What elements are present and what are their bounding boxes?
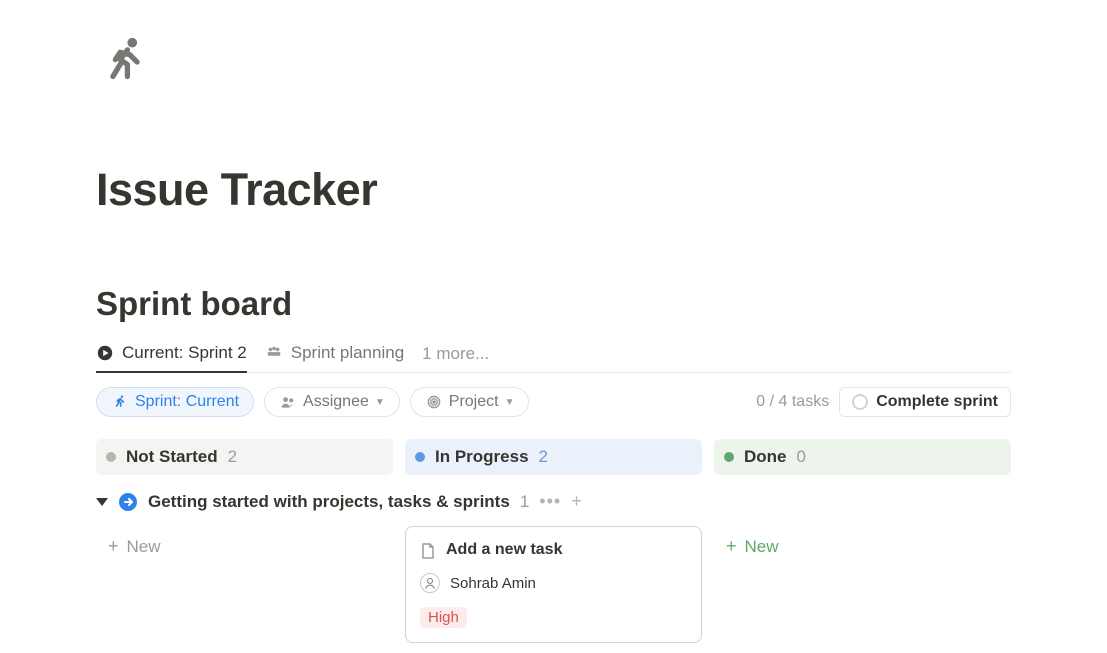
- chevron-down-icon: ▼: [375, 397, 385, 408]
- cards-row: + New Add a new task Sohrab Amin High + …: [96, 526, 1011, 646]
- play-circle-icon: [96, 344, 114, 362]
- assignee-name: Sohrab Amin: [450, 575, 536, 592]
- running-icon: [111, 393, 129, 411]
- column-name: In Progress: [435, 447, 529, 467]
- new-task-button[interactable]: + New: [714, 526, 1011, 567]
- status-dot: [106, 452, 116, 462]
- new-task-button[interactable]: + New: [96, 526, 393, 567]
- complete-sprint-button[interactable]: Complete sprint: [839, 387, 1011, 417]
- column-count: 2: [539, 447, 548, 467]
- plus-icon: +: [108, 536, 119, 557]
- filter-assignee[interactable]: Assignee ▼: [264, 387, 400, 417]
- group-name[interactable]: Getting started with projects, tasks & s…: [148, 492, 510, 512]
- task-count: 0 / 4 tasks: [756, 393, 829, 411]
- column-not-started[interactable]: Not Started 2: [96, 439, 393, 475]
- column-done[interactable]: Done 0: [714, 439, 1011, 475]
- more-icon[interactable]: •••: [539, 491, 561, 512]
- filter-project[interactable]: Project ▼: [410, 387, 530, 417]
- column-slot-done: + New: [714, 526, 1011, 646]
- tab-current-sprint[interactable]: Current: Sprint 2: [96, 343, 247, 373]
- filter-bar: Sprint: Current Assignee ▼ Project ▼ 0 /…: [96, 387, 1011, 417]
- new-label: New: [745, 537, 779, 557]
- board-title: Sprint board: [96, 285, 1011, 323]
- add-icon[interactable]: +: [571, 491, 582, 512]
- tabs: Current: Sprint 2 Sprint planning 1 more…: [96, 343, 1011, 373]
- status-dot: [415, 452, 425, 462]
- column-name: Not Started: [126, 447, 218, 467]
- tabs-more[interactable]: 1 more...: [422, 344, 489, 372]
- filter-label: Assignee: [303, 393, 369, 411]
- task-card[interactable]: Add a new task Sohrab Amin High: [405, 526, 702, 643]
- circle-icon: [852, 394, 868, 410]
- filter-label: Project: [449, 393, 499, 411]
- users-icon: [279, 393, 297, 411]
- filter-label: Sprint: Current: [135, 393, 239, 411]
- avatar: [420, 573, 440, 593]
- people-icon: [265, 344, 283, 362]
- target-icon: [425, 393, 443, 411]
- page-icon: [96, 33, 154, 103]
- column-count: 0: [797, 447, 806, 467]
- task-title: Add a new task: [446, 541, 562, 559]
- column-count: 2: [228, 447, 237, 467]
- column-in-progress[interactable]: In Progress 2: [405, 439, 702, 475]
- filter-sprint[interactable]: Sprint: Current: [96, 387, 254, 417]
- collapse-toggle[interactable]: [96, 498, 108, 506]
- priority-tag: High: [420, 607, 467, 628]
- chevron-down-icon: ▼: [505, 397, 515, 408]
- group-header: Getting started with projects, tasks & s…: [96, 491, 1011, 512]
- column-slot-in-progress: Add a new task Sohrab Amin High: [405, 526, 702, 646]
- page-title: Issue Tracker: [96, 163, 1011, 217]
- plus-icon: +: [726, 536, 737, 557]
- complete-label: Complete sprint: [876, 393, 998, 411]
- column-slot-not-started: + New: [96, 526, 393, 646]
- new-label: New: [127, 537, 161, 557]
- tab-label: Current: Sprint 2: [122, 343, 247, 363]
- tab-sprint-planning[interactable]: Sprint planning: [265, 343, 404, 373]
- document-icon: [420, 543, 436, 559]
- group-count: 1: [520, 492, 529, 512]
- tab-label: Sprint planning: [291, 343, 404, 363]
- column-name: Done: [744, 447, 787, 467]
- arrow-circle-icon: [118, 492, 138, 512]
- status-dot: [724, 452, 734, 462]
- column-headers: Not Started 2 In Progress 2 Done 0: [96, 439, 1011, 475]
